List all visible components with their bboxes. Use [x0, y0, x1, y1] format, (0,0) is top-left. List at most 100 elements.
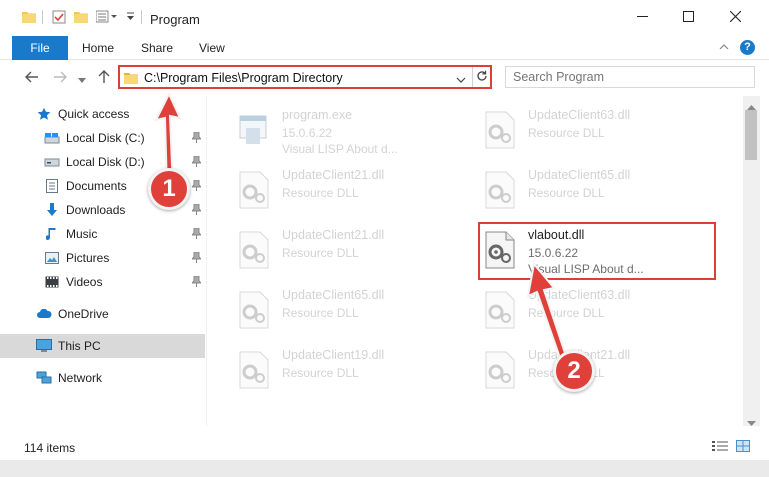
- file-name: UpdateClient19.dll: [282, 348, 385, 362]
- drive-icon: [44, 154, 60, 170]
- scrollbar-thumb[interactable]: [745, 110, 757, 160]
- dll-file-icon: [234, 170, 274, 210]
- window-title: Program: [150, 12, 200, 27]
- maximize-icon: [682, 11, 694, 25]
- pin-icon[interactable]: [190, 155, 203, 170]
- back-arrow-icon[interactable]: [24, 69, 40, 85]
- address-path[interactable]: C:\Program Files\Program Directory: [144, 71, 343, 85]
- divider: [42, 10, 43, 24]
- nav-label: OneDrive: [58, 307, 109, 321]
- nav-item-onedrive[interactable]: OneDrive: [0, 302, 205, 326]
- videos-icon: [44, 274, 60, 290]
- forward-arrow-icon[interactable]: [52, 69, 68, 85]
- minimize-icon: [636, 11, 648, 25]
- nav-item-videos[interactable]: Videos: [0, 270, 205, 294]
- file-item-dll[interactable]: UpdateClient65.dll Resource DLL: [234, 282, 474, 338]
- pictures-icon: [44, 250, 60, 266]
- pin-icon[interactable]: [190, 275, 203, 290]
- scroll-down-icon[interactable]: [747, 416, 756, 426]
- pin-icon[interactable]: [190, 179, 203, 194]
- search-input[interactable]: [513, 70, 733, 84]
- nav-label: Network: [58, 371, 103, 385]
- file-item-dll[interactable]: UpdateClient21.dll Resource DLL: [234, 222, 474, 278]
- nav-label: Local Disk (C:): [66, 131, 145, 145]
- tab-view[interactable]: View: [199, 36, 225, 60]
- file-item-dll[interactable]: UpdateClient63.dll Resource DLL: [480, 282, 720, 338]
- network-icon: [36, 370, 52, 386]
- file-item-dll[interactable]: UpdateClient21.dll Resource DLL: [480, 342, 720, 398]
- file-name: UpdateClient21.dll: [282, 228, 385, 242]
- file-name: UpdateClient21.dll: [282, 168, 385, 182]
- tab-share[interactable]: Share: [141, 36, 173, 60]
- ribbon: File Home Share View ?: [0, 36, 769, 60]
- file-item-dll[interactable]: UpdateClient65.dll Resource DLL: [480, 162, 720, 218]
- up-arrow-icon[interactable]: [96, 69, 112, 85]
- nav-label: Pictures: [66, 251, 110, 265]
- search-box[interactable]: [505, 66, 755, 88]
- minimize-button[interactable]: [619, 0, 665, 36]
- item-count: 114 items: [24, 441, 76, 455]
- large-icons-view-icon[interactable]: [736, 440, 750, 455]
- file-name: UpdateClient65.dll: [282, 288, 385, 302]
- nav-label: Music: [66, 227, 98, 241]
- nav-label: This PC: [58, 339, 101, 353]
- tab-file[interactable]: File: [12, 36, 68, 60]
- file-item-dll[interactable]: UpdateClient21.dll Resource DLL: [234, 162, 474, 218]
- details-view-icon[interactable]: [712, 440, 728, 455]
- dll-file-icon: [234, 290, 274, 330]
- pin-icon[interactable]: [190, 251, 203, 266]
- tab-home[interactable]: Home: [82, 36, 114, 60]
- vertical-scrollbar[interactable]: [743, 96, 760, 426]
- file-item-program-exe[interactable]: program.exe 15.0.6.22 Visual LISP About …: [234, 102, 474, 158]
- refresh-button[interactable]: [472, 67, 490, 87]
- maximize-button[interactable]: [665, 0, 711, 36]
- pin-icon[interactable]: [190, 203, 203, 218]
- pin-icon[interactable]: [190, 131, 203, 146]
- expand-ribbon-icon[interactable]: [718, 41, 730, 56]
- pane-divider: [206, 96, 207, 426]
- close-icon: [729, 10, 741, 25]
- file-description: Resource DLL: [282, 366, 359, 380]
- file-description: Resource DLL: [528, 186, 605, 200]
- folder-icon: [124, 71, 138, 87]
- folder-icon: [22, 10, 36, 23]
- dll-file-icon: [234, 230, 274, 270]
- nav-item-music[interactable]: Music: [0, 222, 205, 246]
- file-description: Resource DLL: [528, 126, 605, 140]
- callout-badge-2: 2: [553, 350, 595, 392]
- file-item-dll[interactable]: UpdateClient19.dll Resource DLL: [234, 342, 474, 398]
- file-version: 15.0.6.22: [282, 126, 333, 140]
- address-row: C:\Program Files\Program Directory: [0, 61, 769, 93]
- pin-icon[interactable]: [190, 227, 203, 242]
- nav-item-pictures[interactable]: Pictures: [0, 246, 205, 270]
- dll-file-icon: [234, 350, 274, 390]
- cloud-icon: [36, 306, 52, 322]
- download-icon: [44, 202, 60, 218]
- recent-locations-icon[interactable]: [78, 73, 86, 89]
- scroll-up-icon[interactable]: [747, 99, 756, 110]
- file-description: Resource DLL: [282, 246, 359, 260]
- nav-item-this-pc[interactable]: This PC: [0, 334, 205, 358]
- file-description: Resource DLL: [282, 306, 359, 320]
- customize-toolbar-icon[interactable]: [96, 10, 118, 24]
- file-item-dll[interactable]: UpdateClient63.dll Resource DLL: [480, 102, 720, 158]
- help-icon[interactable]: ?: [740, 40, 755, 55]
- nav-item-network[interactable]: Network: [0, 366, 205, 390]
- nav-label: Local Disk (D:): [66, 155, 145, 169]
- address-bar[interactable]: C:\Program Files\Program Directory: [118, 65, 492, 89]
- properties-icon[interactable]: [52, 10, 66, 24]
- dll-file-icon: [480, 110, 520, 150]
- nav-label: Downloads: [66, 203, 126, 217]
- documents-icon: [44, 178, 60, 194]
- dll-file-icon: [480, 170, 520, 210]
- close-button[interactable]: [712, 0, 758, 36]
- new-folder-icon[interactable]: [74, 10, 88, 23]
- file-name: UpdateClient65.dll: [528, 168, 631, 182]
- music-icon: [44, 226, 60, 242]
- quick-access-dropdown-icon[interactable]: [126, 12, 135, 22]
- dll-file-icon: [480, 350, 520, 390]
- file-highlight-box: [478, 222, 716, 280]
- address-dropdown-icon[interactable]: [456, 73, 466, 87]
- window-bottom-edge: [0, 460, 769, 477]
- nav-label: Documents: [66, 179, 127, 193]
